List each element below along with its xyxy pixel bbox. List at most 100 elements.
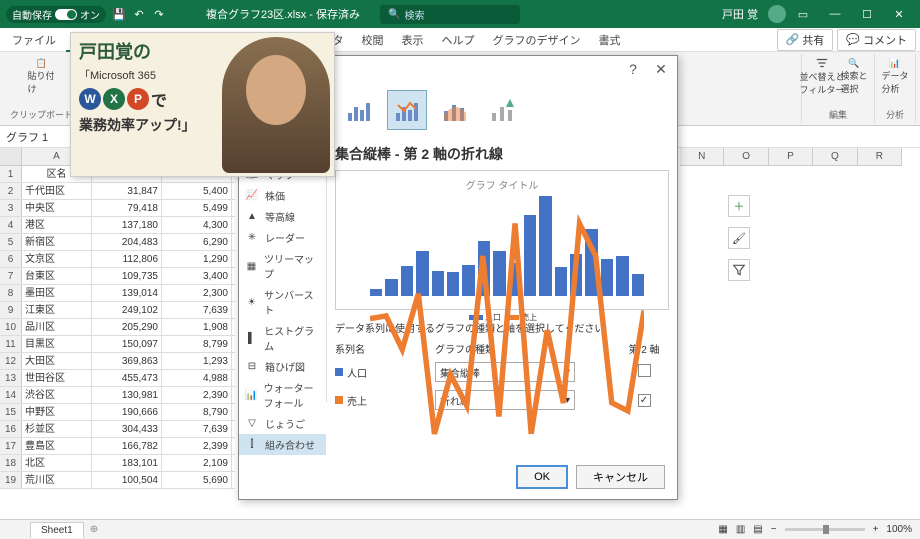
row-header[interactable]: 1 [0,166,22,182]
table-row[interactable]: 12 大田区 369,863 1,293 [0,353,235,370]
close-button[interactable]: ✕ [884,4,914,24]
paste-button[interactable]: 📋貼り付け [28,56,56,96]
chart-category-item[interactable]: ▌ヒストグラム [239,320,326,356]
search-box[interactable]: 🔍 検索 [380,5,520,24]
chart-styles-button[interactable]: 🖌 [728,227,750,249]
row-header[interactable]: 18 [0,455,22,471]
row-header[interactable]: 2 [0,183,22,199]
combo-type-3[interactable] [435,90,475,130]
combo-type-2[interactable] [387,90,427,130]
table-row[interactable]: 9 江東区 249,102 7,639 [0,302,235,319]
row-header[interactable]: 14 [0,387,22,403]
table-row[interactable]: 4 港区 137,180 4,300 [0,217,235,234]
worksheet[interactable]: A B C 1 区名 2 千代田区 31,847 5,4003 中央区 79,4… [0,148,235,519]
chart-category-item[interactable]: ☀サンバースト [239,284,326,320]
chart-category-item[interactable]: ▦ツリーマップ [239,248,326,284]
table-row[interactable]: 18 北区 183,101 2,109 [0,455,235,472]
row-header[interactable]: 6 [0,251,22,267]
user-name[interactable]: 戸田 覚 [722,6,758,22]
chart-category-item[interactable]: ⊟箱ひげ図 [239,356,326,377]
chart-category-item[interactable]: ✳レーダー [239,227,326,248]
cell: 79,418 [92,200,162,216]
row-header[interactable]: 11 [0,336,22,352]
zoom-in-button[interactable]: + [873,524,879,535]
tab-view[interactable]: 表示 [393,29,431,51]
row-header[interactable]: 3 [0,200,22,216]
undo-icon[interactable]: ↶ [132,7,146,21]
word-icon: W [79,88,101,110]
table-row[interactable]: 14 渋谷区 130,981 2,390 [0,387,235,404]
share-button[interactable]: 🔗 共有 [777,29,834,51]
redo-icon[interactable]: ↷ [152,7,166,21]
tab-help[interactable]: ヘルプ [433,29,482,51]
row-header[interactable]: 15 [0,404,22,420]
tab-file[interactable]: ファイル [4,29,64,51]
ok-button[interactable]: OK [516,465,568,489]
table-row[interactable]: 6 文京区 112,806 1,290 [0,251,235,268]
promo-overlay: 戸田覚の 「Microsoft 365 W X P で 業務効率アップ!」 [70,32,335,177]
row-header[interactable]: 19 [0,472,22,488]
table-row[interactable]: 16 杉並区 304,433 7,639 [0,421,235,438]
tab-format[interactable]: 書式 [590,29,628,51]
person-photo [222,37,330,173]
minimize-button[interactable]: — [820,4,850,24]
table-row[interactable]: 17 豊島区 166,782 2,399 [0,438,235,455]
table-row[interactable]: 19 荒川区 100,504 5,690 [0,472,235,489]
combo-type-1[interactable] [339,90,379,130]
chart-float-tools: ＋ 🖌 [728,195,750,281]
zoom-level[interactable]: 100% [886,524,912,535]
table-row[interactable]: 2 千代田区 31,847 5,400 [0,183,235,200]
table-row[interactable]: 13 世田谷区 455,473 4,988 [0,370,235,387]
row-header[interactable]: 10 [0,319,22,335]
chart-category-item[interactable]: ▽じょうご [239,413,326,434]
chart-category-item[interactable]: 📊ウォーターフォール [239,377,326,413]
chart-category-item[interactable]: 📈株価 [239,185,326,206]
row-header[interactable]: 16 [0,421,22,437]
row-header[interactable]: 12 [0,353,22,369]
help-icon[interactable]: ? [623,59,643,79]
row-header[interactable]: 9 [0,302,22,318]
data-analysis-button[interactable]: 📊データ 分析 [881,56,909,96]
row-header[interactable]: 8 [0,285,22,301]
select-all[interactable] [0,148,22,165]
table-row[interactable]: 10 品川区 205,290 1,908 [0,319,235,336]
comment-button[interactable]: 💬 コメント [837,29,916,51]
chart-elements-button[interactable]: ＋ [728,195,750,217]
save-icon[interactable]: 💾 [112,7,126,21]
table-row[interactable]: 7 台東区 109,735 3,400 [0,268,235,285]
table-row[interactable]: 15 中野区 190,666 8,790 [0,404,235,421]
maximize-button[interactable]: ☐ [852,4,882,24]
row-header[interactable]: 13 [0,370,22,386]
combo-type-4[interactable] [483,90,523,130]
find-select-button[interactable]: 🔍検索と 選択 [840,56,868,96]
view-page-icon[interactable]: ▥ [736,524,745,535]
cell: 5,400 [162,183,232,199]
chart-filter-button[interactable] [728,259,750,281]
zoom-slider[interactable] [785,528,865,531]
row-header[interactable]: 4 [0,217,22,233]
chart-category-item[interactable]: ⫿組み合わせ [239,434,326,455]
view-normal-icon[interactable]: ▦ [718,524,727,535]
tab-chart-design[interactable]: グラフのデザイン [484,29,588,51]
sheet-tab[interactable]: Sheet1 [30,522,84,538]
table-row[interactable]: 11 目黒区 150,097 8,799 [0,336,235,353]
avatar[interactable] [768,5,786,23]
close-icon[interactable]: ✕ [651,59,671,79]
chart-preview[interactable]: グラフ タイトル 人口 売上 [335,170,669,310]
view-break-icon[interactable]: ▤ [753,524,762,535]
row-header[interactable]: 5 [0,234,22,250]
row-header[interactable]: 7 [0,268,22,284]
table-row[interactable]: 8 墨田区 139,014 2,300 [0,285,235,302]
autosave-toggle[interactable]: 自動保存 オン [6,6,106,23]
row-header[interactable]: 17 [0,438,22,454]
new-sheet-button[interactable]: ⊕ [90,524,98,535]
sort-filter-button[interactable]: 並べ替えと フィルター [808,56,836,96]
table-row[interactable]: 5 新宿区 204,483 6,290 [0,234,235,251]
table-row[interactable]: 3 中央区 79,418 5,499 [0,200,235,217]
zoom-out-button[interactable]: − [771,524,777,535]
chart-category-item[interactable]: ▲等高線 [239,206,326,227]
cancel-button[interactable]: キャンセル [576,465,665,489]
tab-review[interactable]: 校閲 [353,29,391,51]
cell: 2,390 [162,387,232,403]
ribbon-options-icon[interactable]: ▭ [796,7,810,21]
